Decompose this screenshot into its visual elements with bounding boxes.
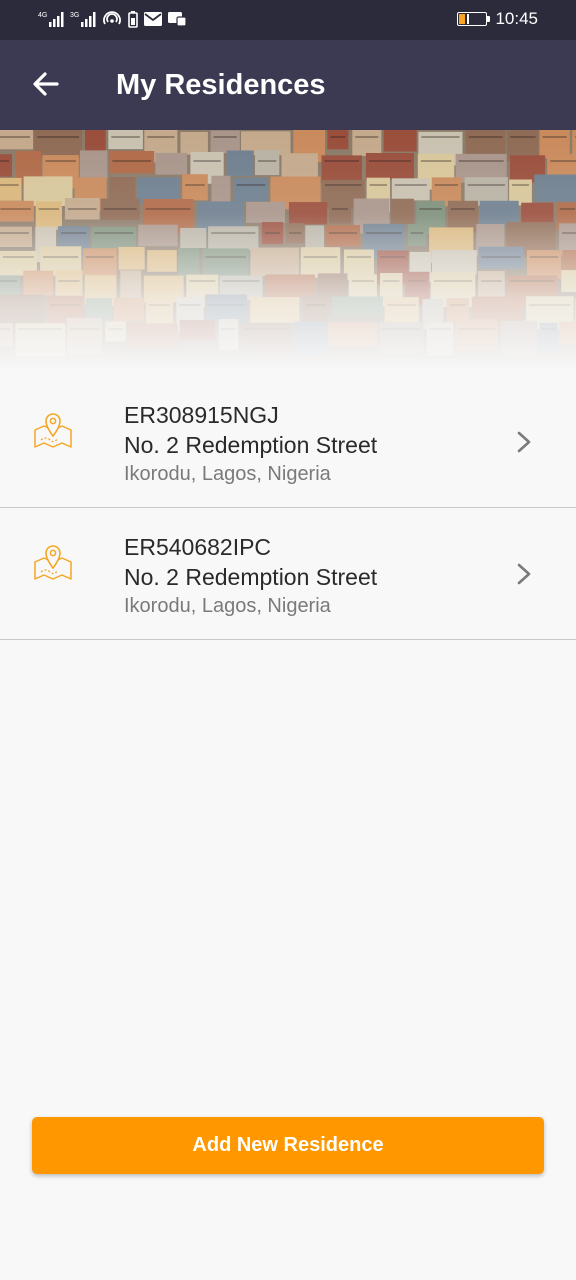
battery-icon — [457, 12, 491, 26]
add-new-residence-button[interactable]: Add New Residence — [32, 1117, 544, 1174]
residence-code: ER308915NGJ — [124, 402, 279, 428]
map-pin-icon — [34, 545, 72, 580]
residence-row[interactable]: ER308915NGJ No. 2 Redemption Street Ikor… — [0, 376, 576, 508]
battery-saver-icon — [128, 11, 138, 28]
hotspot-icon — [103, 11, 121, 25]
residence-city: Ikorodu, Lagos, Nigeria — [124, 595, 331, 617]
signal-3g-icon: 3G — [70, 12, 96, 27]
status-right: 10:45 — [457, 8, 538, 30]
svg-text:4G: 4G — [38, 12, 47, 19]
residence-details: ER540682IPC No. 2 Redemption Street Ikor… — [124, 532, 377, 620]
residence-list: ER308915NGJ No. 2 Redemption Street Ikor… — [0, 376, 576, 640]
status-bar: 4G 3G 10:45 — [0, 0, 576, 40]
svg-text:3G: 3G — [70, 12, 79, 19]
hero-banner-image — [0, 130, 576, 370]
residence-street: No. 2 Redemption Street — [124, 564, 378, 590]
residence-code: ER540682IPC — [124, 534, 272, 560]
map-pin-icon — [34, 413, 72, 448]
residence-city: Ikorodu, Lagos, Nigeria — [124, 463, 331, 485]
residence-street: No. 2 Redemption Street — [124, 432, 378, 458]
message-icon — [168, 12, 186, 26]
residence-row[interactable]: ER540682IPC No. 2 Redemption Street Ikor… — [0, 508, 576, 640]
arrow-left-icon — [33, 72, 59, 96]
status-time: 10:45 — [495, 9, 538, 28]
back-button[interactable] — [28, 66, 64, 102]
mail-icon — [144, 12, 162, 26]
signal-4g-icon: 4G — [38, 12, 64, 27]
chevron-right-icon — [517, 563, 531, 585]
status-icons: 4G 3G — [38, 8, 186, 30]
page-title: My Residences — [116, 69, 326, 101]
chevron-right-icon — [517, 431, 531, 453]
app-bar: My Residences — [0, 40, 576, 130]
residence-details: ER308915NGJ No. 2 Redemption Street Ikor… — [124, 400, 377, 488]
city-rooftops-image — [0, 130, 576, 370]
